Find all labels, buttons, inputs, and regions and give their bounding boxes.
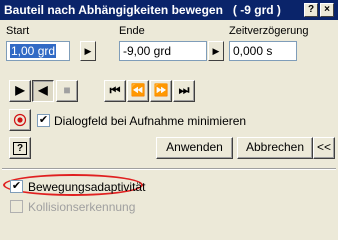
- cancel-button[interactable]: Abbrechen: [237, 137, 313, 159]
- step-forward-button[interactable]: ⏩: [150, 80, 172, 102]
- stop-button[interactable]: ■: [56, 80, 78, 102]
- collision-checkbox[interactable]: [10, 200, 23, 213]
- close-button[interactable]: ×: [320, 3, 334, 17]
- delay-label: Zeitverzögerung: [229, 25, 309, 37]
- step-back-icon: ⏪: [130, 83, 146, 97]
- play-reverse-icon: ◀: [38, 83, 48, 97]
- step-forward-icon: ⏩: [153, 83, 169, 97]
- arrow-right-icon: ▶: [84, 46, 92, 56]
- help-title-button[interactable]: ?: [304, 3, 318, 17]
- collapse-button[interactable]: <<: [313, 137, 335, 159]
- start-spin-button[interactable]: ▶: [80, 41, 96, 61]
- end-spin-button[interactable]: ▶: [208, 41, 224, 61]
- delay-value: 0,000 s: [233, 44, 273, 58]
- play-forward-button[interactable]: ▶: [9, 80, 31, 102]
- step-back-button[interactable]: ⏪: [127, 80, 149, 102]
- delay-field[interactable]: 0,000 s: [229, 41, 297, 61]
- check-icon: ✔: [38, 114, 49, 126]
- minimize-label: Dialogfeld bei Aufnahme minimieren: [54, 114, 247, 128]
- go-end-button[interactable]: ⏭: [173, 80, 195, 102]
- start-value: 1,00 grd: [10, 44, 57, 58]
- collision-label: Kollisionserkennung: [28, 200, 136, 214]
- start-field[interactable]: 1,00 grd: [6, 41, 70, 61]
- record-icon: [13, 113, 27, 127]
- stop-icon: ■: [63, 83, 71, 97]
- play-reverse-button[interactable]: ◀: [32, 80, 54, 102]
- start-label: Start: [6, 25, 30, 37]
- record-button[interactable]: [9, 109, 31, 131]
- divider: [2, 168, 336, 170]
- window-title: Bauteil nach Abhängigkeiten bewegen ( -9…: [4, 3, 281, 17]
- adaptivity-label: Bewegungsadaptivität: [28, 180, 146, 194]
- adaptivity-checkbox[interactable]: ✔: [10, 180, 23, 193]
- check-icon: ✔: [11, 180, 22, 192]
- skip-end-icon: ⏭: [178, 83, 190, 97]
- help-icon: ?: [12, 142, 28, 155]
- help-button[interactable]: ?: [9, 137, 31, 159]
- end-value: -9,00 grd: [123, 44, 172, 58]
- end-field[interactable]: -9,00 grd: [119, 41, 207, 61]
- skip-start-icon: ⏮: [109, 83, 121, 97]
- minimize-checkbox[interactable]: ✔: [37, 114, 50, 127]
- apply-button[interactable]: Anwenden: [156, 137, 233, 159]
- title-bar: Bauteil nach Abhängigkeiten bewegen ( -9…: [0, 0, 338, 20]
- arrow-right-icon: ▶: [212, 46, 220, 56]
- play-forward-icon: ▶: [15, 83, 25, 97]
- go-start-button[interactable]: ⏮: [104, 80, 126, 102]
- end-label: Ende: [119, 25, 145, 37]
